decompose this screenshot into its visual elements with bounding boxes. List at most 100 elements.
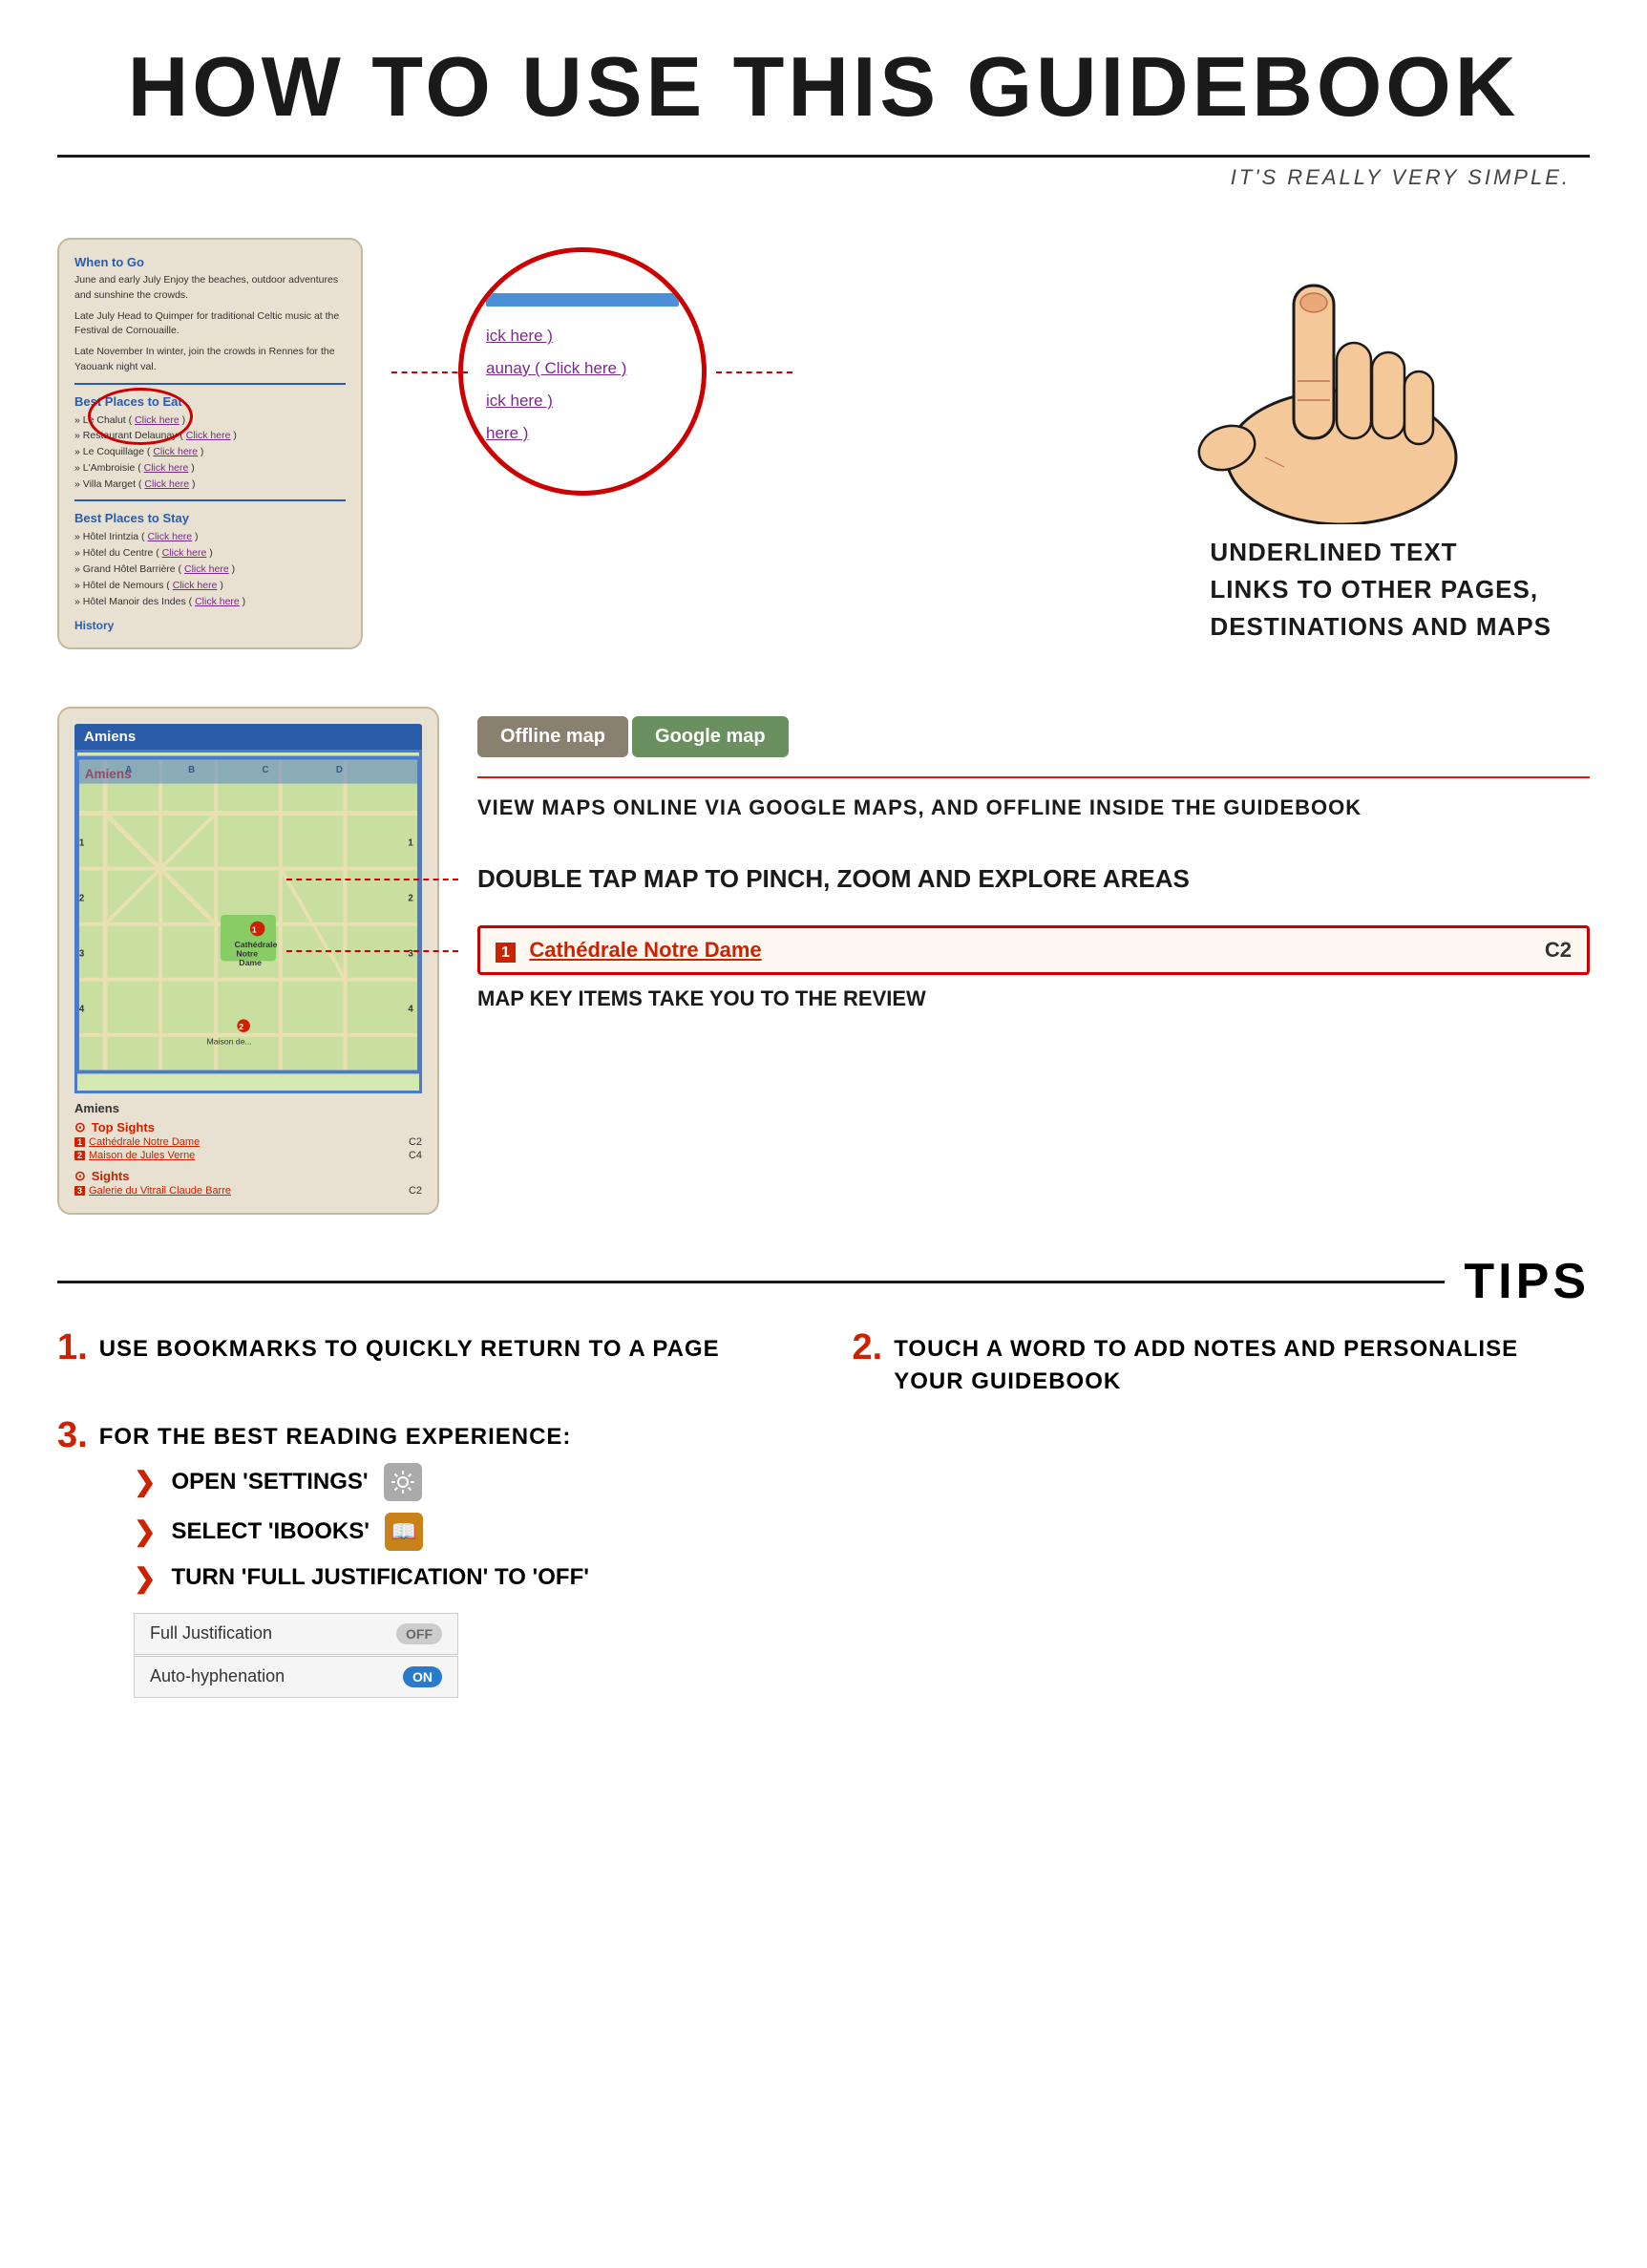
link-desc-line2: LINKS TO OTHER PAGES, — [1210, 571, 1552, 608]
page-header: HOW TO USE THIS GUIDEBOOK IT'S REALLY VE… — [0, 0, 1647, 190]
item1-num: 1 — [74, 1137, 85, 1147]
eat-item-5: Villa Marget ( Click here ) — [74, 477, 346, 493]
eat-item-1: Le Chalut ( Click here ) — [74, 413, 346, 429]
svg-text:Cathédrale: Cathédrale — [234, 940, 277, 949]
divider1 — [74, 383, 346, 385]
map-btn-divider — [477, 776, 1590, 778]
click-here-text[interactable]: Click here — [544, 359, 617, 377]
divider2 — [74, 499, 346, 501]
subtitle: IT'S REALLY VERY SIMPLE. — [0, 165, 1647, 190]
header-divider — [57, 155, 1590, 158]
tips-section: 1. USE BOOKMARKS TO QUICKLY RETURN TO A … — [0, 1310, 1647, 1727]
stay-item-2: Hôtel du Centre ( Click here ) — [74, 545, 346, 562]
links-middle: ick here ) aunay ( Click here ) ick here… — [401, 238, 1590, 646]
view-maps-text: VIEW MAPS ONLINE VIA GOOGLE MAPS, AND OF… — [477, 794, 1590, 823]
tip-3-item-3-text: Turn 'Full Justification' to 'off' — [171, 1564, 588, 1591]
eat-item-2: Restaurant Delaunay ( Click here ) — [74, 428, 346, 444]
stay-item-5: Hôtel Manoir des Indes ( Click here ) — [74, 594, 346, 610]
item2-coord: C4 — [409, 1150, 422, 1161]
toggle-off[interactable]: OFF — [396, 1623, 442, 1644]
stay-item-3: Grand Hôtel Barrière ( Click here ) — [74, 562, 346, 578]
maps-section: Amiens — [0, 688, 1647, 1243]
svg-text:1: 1 — [408, 838, 413, 849]
item3-coord: C2 — [409, 1185, 422, 1197]
tip-2-num: 2. — [853, 1329, 883, 1366]
google-map-button[interactable]: Google map — [632, 716, 789, 757]
map-city-header: Amiens — [84, 729, 136, 745]
map-key-item-2[interactable]: 2 Maison de Jules Verne C4 — [74, 1149, 422, 1162]
zoom-text: DOUBLE TAP MAP TO PINCH, ZOOM AND EXPLOR… — [477, 861, 1590, 896]
map-key-box-link[interactable]: Cathédrale Notre Dame — [529, 938, 761, 962]
tip-3-item-1: ❯ Open 'Settings' — [134, 1463, 1590, 1501]
tip-1-number: 1. — [57, 1329, 88, 1366]
tip-2: 2. TOUCH A WORD TO ADD NOTES AND PERSONA… — [853, 1329, 1591, 1397]
tip-3-header: 3. FOR THE BEST READING EXPERIENCE: — [57, 1417, 1590, 1453]
item2-name[interactable]: Maison de Jules Verne — [89, 1150, 195, 1161]
link-desc-line1: UNDERLINED TEXT — [1210, 534, 1552, 571]
map-right: Offline map Google map VIEW MAPS ONLINE … — [477, 707, 1590, 1010]
item2-num: 2 — [74, 1151, 85, 1160]
tip-3: 3. FOR THE BEST READING EXPERIENCE: ❯ Op… — [57, 1417, 1590, 1699]
toggle-on[interactable]: ON — [403, 1666, 442, 1687]
hand-illustration — [1131, 238, 1532, 524]
map-phone-mockup: Amiens — [57, 707, 439, 1215]
map-city-label: Amiens — [74, 1101, 422, 1115]
item1-name[interactable]: Cathédrale Notre Dame — [89, 1136, 200, 1148]
when-to-go-text2: Late July Head to Quimper for traditiona… — [74, 309, 346, 340]
history-link[interactable]: History — [74, 619, 346, 632]
hand-area: UNDERLINED TEXT LINKS TO OTHER PAGES, DE… — [735, 219, 1590, 646]
svg-text:Maison de...: Maison de... — [206, 1037, 251, 1047]
map-title-bar: Amiens — [74, 724, 422, 750]
settings-icon — [384, 1463, 422, 1501]
zoom-item-3: ick here ) — [486, 385, 679, 417]
tip-3-item-2: ❯ Select 'iBooks' 📖 — [134, 1513, 1590, 1551]
dashed-connector-2 — [716, 371, 792, 373]
settings-label-1: Full Justification — [150, 1623, 272, 1643]
best-eat-title: Best Places to Eat — [74, 394, 346, 409]
svg-text:2: 2 — [408, 894, 412, 904]
tip-1: 1. USE BOOKMARKS TO QUICKLY RETURN TO A … — [57, 1329, 795, 1397]
map-key-box[interactable]: 1 Cathédrale Notre Dame C2 — [477, 925, 1590, 975]
item3-name[interactable]: Galerie du Vitrail Claude Barre — [89, 1185, 231, 1197]
map-key-desc-text: MAP KEY ITEMS TAKE YOU TO THE REVIEW — [477, 986, 1590, 1011]
svg-text:4: 4 — [79, 1005, 85, 1015]
svg-text:2: 2 — [79, 894, 84, 904]
tip-1-text: USE BOOKMARKS TO QUICKLY RETURN TO A PAG… — [99, 1329, 720, 1366]
map-key-item-1[interactable]: 1Cathédrale Notre Dame C2 — [74, 1135, 422, 1149]
settings-label-2: Auto-hyphenation — [150, 1666, 285, 1686]
tip-1-num: 1. — [57, 1329, 88, 1366]
map-buttons: Offline map Google map — [477, 716, 1590, 757]
tip-3-item-2-text: Select 'iBooks' — [171, 1518, 369, 1545]
svg-text:3: 3 — [79, 949, 85, 960]
zoom-item-4: here ) — [486, 417, 679, 450]
page-title: HOW TO USE THIS GUIDEBOOK — [57, 38, 1590, 136]
svg-text:2: 2 — [239, 1022, 243, 1031]
stay-item-1: Hôtel Irintzia ( Click here ) — [74, 529, 346, 545]
dashed-key-connector — [286, 950, 458, 952]
zoom-text-area: DOUBLE TAP MAP TO PINCH, ZOOM AND EXPLOR… — [477, 861, 1590, 896]
chevron-icon-3: ❯ — [134, 1562, 156, 1594]
map-key-item-3[interactable]: 3Galerie du Vitrail Claude Barre C2 — [74, 1184, 422, 1198]
zoomed-circle: ick here ) aunay ( Click here ) ick here… — [458, 247, 707, 496]
svg-text:1: 1 — [79, 838, 85, 849]
svg-text:Notre: Notre — [236, 949, 258, 959]
offline-map-button[interactable]: Offline map — [477, 716, 628, 757]
settings-row-2: Auto-hyphenation ON — [134, 1656, 458, 1698]
tips-label: TIPS — [1445, 1253, 1590, 1310]
map-key-highlight-area: 1 Cathédrale Notre Dame C2 — [477, 925, 1590, 975]
tip-3-items: ❯ Open 'Settings' ❯ Select 'iBooks' 📖 — [57, 1463, 1590, 1594]
svg-text:Dame: Dame — [239, 959, 262, 968]
zoom-bar — [486, 293, 679, 307]
chevron-icon-2: ❯ — [134, 1516, 156, 1547]
chevron-icon-1: ❯ — [134, 1466, 156, 1497]
map-image[interactable]: Amiens A B C D 1 1 2 2 3 3 4 4 — [74, 750, 422, 1093]
link-desc-line3: DESTINATIONS AND MAPS — [1210, 608, 1552, 646]
map-key-box-num: 1 — [496, 943, 516, 963]
svg-text:1: 1 — [252, 925, 257, 935]
tip-3-item-1-text: Open 'Settings' — [171, 1469, 368, 1495]
settings-row-1: Full Justification OFF — [134, 1613, 458, 1655]
phone-mockup-links: When to Go June and early July Enjoy the… — [57, 238, 363, 649]
tip-2-text: TOUCH A WORD TO ADD NOTES AND PERSONALIS… — [894, 1329, 1590, 1397]
tip-3-text: FOR THE BEST READING EXPERIENCE: — [99, 1417, 572, 1453]
top-sights-title: Top Sights — [74, 1119, 422, 1135]
